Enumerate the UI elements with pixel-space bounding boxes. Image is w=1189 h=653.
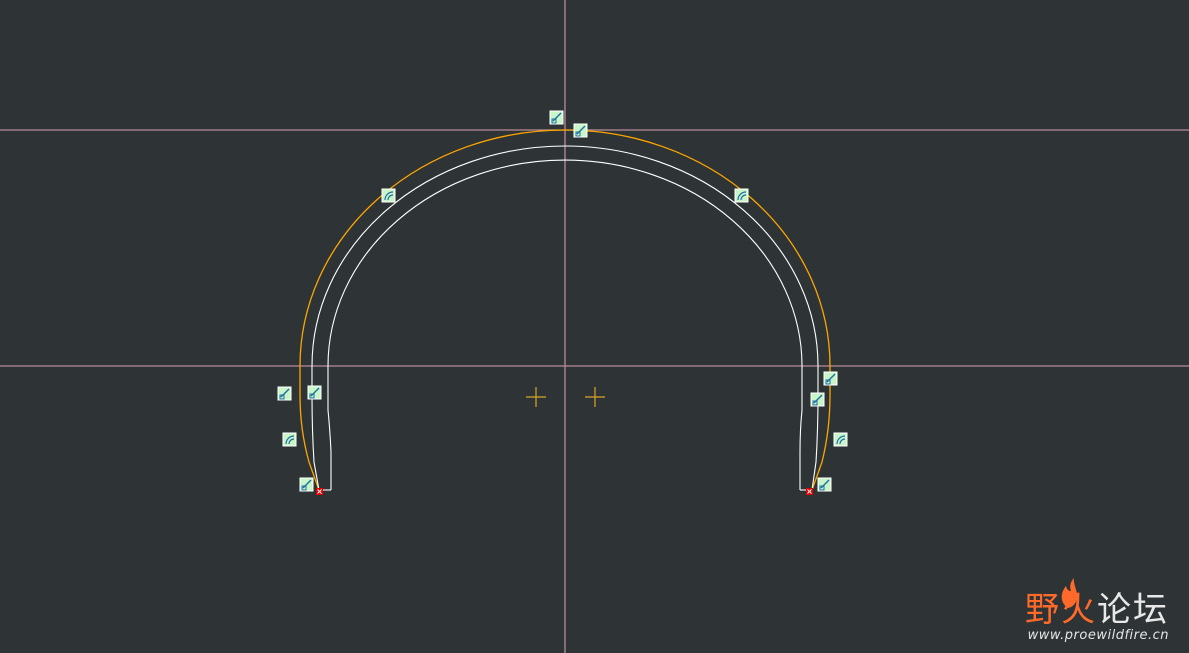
tangent-constraint-icon[interactable] (307, 385, 322, 400)
endpoint-marker-icon[interactable] (315, 487, 324, 496)
tangent-constraint-icon[interactable] (549, 110, 564, 125)
tangent-constraint-icon[interactable] (810, 392, 825, 407)
endpoint-marker-icon[interactable] (805, 487, 814, 496)
equal-radius-constraint-icon[interactable] (381, 188, 396, 203)
tangent-constraint-icon[interactable] (823, 371, 838, 386)
sketch-canvas[interactable] (0, 0, 1189, 653)
tangent-constraint-icon[interactable] (299, 477, 314, 492)
sketch-viewport[interactable]: 野火论坛 www.proewildfire.cn (0, 0, 1189, 653)
sketch-point-icon[interactable] (585, 387, 605, 407)
sketch-point-icon[interactable] (526, 387, 546, 407)
equal-radius-constraint-icon[interactable] (734, 188, 749, 203)
centerlines (0, 0, 1189, 653)
tangent-constraint-icon[interactable] (573, 123, 588, 138)
tangent-constraint-icon[interactable] (277, 386, 292, 401)
tangent-constraint-icon[interactable] (817, 477, 832, 492)
equal-radius-constraint-icon[interactable] (282, 432, 297, 447)
equal-radius-constraint-icon[interactable] (833, 432, 848, 447)
